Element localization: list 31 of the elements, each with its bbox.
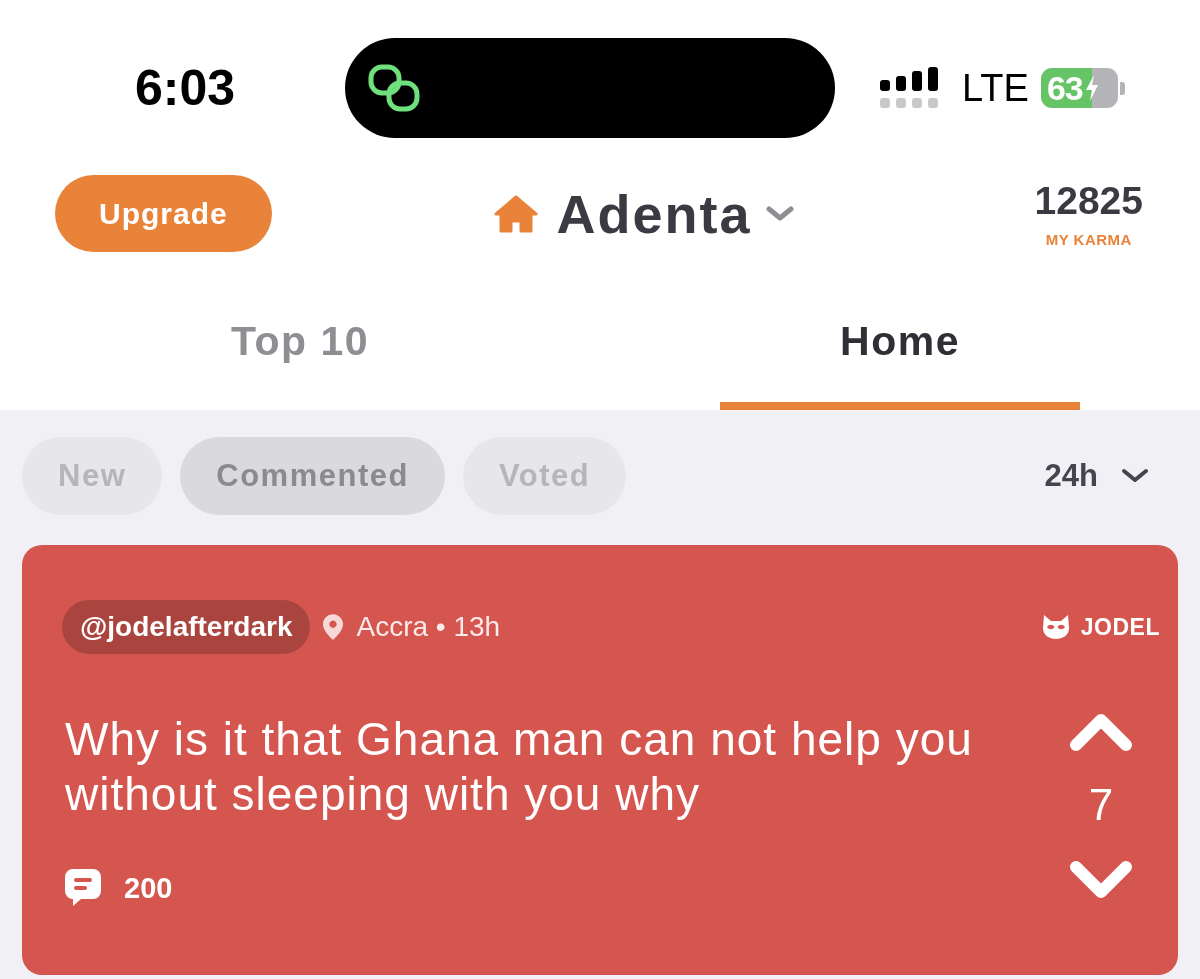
linked-rings-icon bbox=[367, 63, 423, 113]
feed-tab[interactable]: Home bbox=[600, 280, 1200, 410]
signal-icon bbox=[880, 67, 940, 109]
chevron-up-icon bbox=[1069, 712, 1133, 752]
location-selector[interactable]: Adenta bbox=[492, 182, 794, 245]
karma-label: MY KARMA bbox=[1045, 231, 1132, 247]
cat-face-icon bbox=[1040, 614, 1071, 640]
comment-count: 200 bbox=[124, 871, 173, 905]
network-type: LTE bbox=[962, 69, 1029, 107]
author-chip[interactable]: @jodelafterdark bbox=[62, 600, 311, 654]
sort-filter-chip[interactable]: Commented bbox=[180, 437, 445, 515]
chevron-down-icon bbox=[1120, 467, 1150, 485]
karma-count: 12825 bbox=[1034, 180, 1143, 220]
upvote-button[interactable] bbox=[1069, 712, 1133, 752]
brand-name: JODEL bbox=[1080, 613, 1160, 641]
status-time: 6:03 bbox=[135, 60, 236, 116]
comment-bubble-icon bbox=[65, 869, 101, 907]
chevron-down-icon bbox=[1069, 860, 1133, 900]
home-icon bbox=[492, 193, 539, 234]
charging-bolt-icon bbox=[1083, 74, 1100, 102]
battery-cap bbox=[1119, 81, 1125, 95]
upgrade-button[interactable]: Upgrade bbox=[55, 175, 272, 252]
chevron-down-icon bbox=[765, 205, 794, 222]
vote-count: 7 bbox=[1088, 780, 1114, 830]
battery-percentage: 63 bbox=[1046, 71, 1083, 105]
location-pin-icon bbox=[322, 613, 345, 641]
post-location-time: Accra • 13h bbox=[356, 611, 501, 643]
post-text: Why is it that Ghana man can not help you without sleeping with you why bbox=[65, 712, 974, 822]
feed-tab[interactable]: Top 10 bbox=[0, 280, 600, 410]
downvote-button[interactable] bbox=[1069, 860, 1133, 900]
time-filter-dropdown[interactable]: 24h bbox=[1044, 458, 1150, 494]
